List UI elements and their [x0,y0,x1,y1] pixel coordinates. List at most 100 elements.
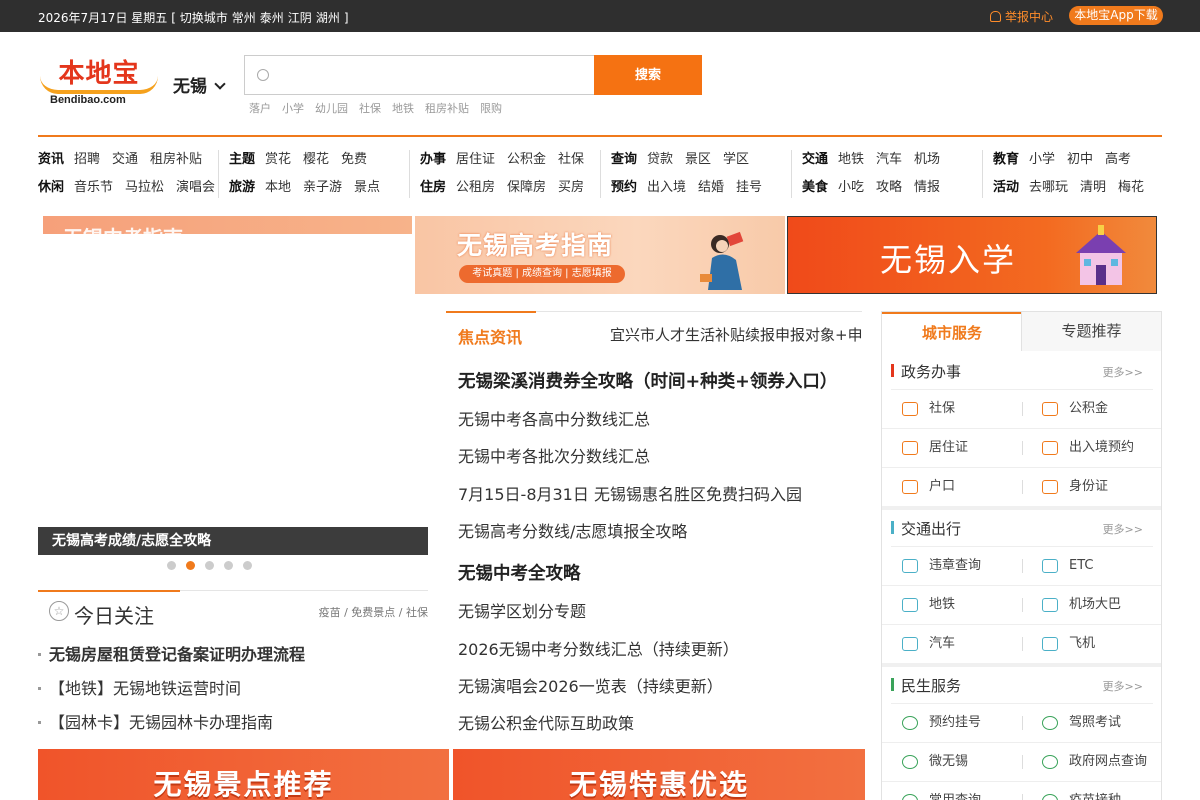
nav-head[interactable]: 活动 [993,180,1019,195]
slide-dot[interactable] [167,561,176,570]
nav-link[interactable]: 出入境 [647,180,686,195]
nav-link[interactable]: 情报 [914,180,940,195]
nav-link[interactable]: 去哪玩 [1029,180,1068,195]
list-item[interactable]: 【园林卡】无锡园林卡办理指南 [38,709,273,733]
nav-link[interactable]: 公租房 [456,180,495,195]
hotword[interactable]: 落户 [249,102,271,115]
nav-link[interactable]: 居住证 [456,152,495,167]
nav-head[interactable]: 查询 [611,152,637,167]
nav-link[interactable]: 景点 [354,180,380,195]
service-airport-bus[interactable]: 机场大巴 [1022,586,1162,624]
card-scenic-spots[interactable]: 无锡景点推荐 [38,749,449,800]
service-gov-office-query[interactable]: 政府网点查询 [1022,743,1162,781]
news-headline[interactable]: 无锡中考全攻略 [458,560,581,585]
nav-link[interactable]: 免费 [341,152,367,167]
news-item[interactable]: 无锡学区划分专题 [458,598,586,622]
nav-head[interactable]: 旅游 [229,180,255,195]
city-link-jiangyin[interactable]: 江阴 [288,11,312,25]
news-item[interactable]: 2026无锡中考分数线汇总（持续更新） [458,636,739,660]
nav-link[interactable]: 音乐节 [74,180,113,195]
nav-link[interactable]: 租房补贴 [150,152,202,167]
list-item[interactable]: 无锡房屋租赁登记备案证明办理流程 [38,641,305,665]
nav-link[interactable]: 攻略 [876,180,902,195]
news-item[interactable]: 无锡演唱会2026一览表（持续更新） [458,673,723,697]
hotword[interactable]: 限购 [480,102,502,115]
service-metro[interactable]: 地铁 [882,586,1022,624]
tab-city-services[interactable]: 城市服务 [882,312,1022,352]
tab-topics[interactable]: 专题推荐 [1021,312,1161,351]
city-link-changzhou[interactable]: 常州 [232,11,256,25]
nav-link[interactable]: 亲子游 [303,180,342,195]
news-item[interactable]: 无锡中考各批次分数线汇总 [458,443,650,467]
news-item[interactable]: 无锡中考各高中分数线汇总 [458,406,650,430]
news-item[interactable]: 无锡公积金代际互助政策 [458,710,634,734]
nav-link[interactable]: 本地 [265,180,291,195]
service-flight[interactable]: 飞机 [1022,625,1162,663]
service-coach[interactable]: 汽车 [882,625,1022,663]
news-headline[interactable]: 无锡梁溪消费券全攻略（时间+种类+领券入口） [458,368,837,393]
nav-head[interactable]: 休闲 [38,180,64,195]
nav-link[interactable]: 买房 [558,180,584,195]
city-selector[interactable]: 无锡 [173,72,226,97]
nav-head[interactable]: 预约 [611,180,637,195]
service-etc[interactable]: ETC [1022,547,1162,585]
service-id-card[interactable]: 身份证 [1022,468,1162,506]
slide-dot[interactable] [224,561,233,570]
nav-link[interactable]: 高考 [1105,152,1131,167]
service-exit-entry[interactable]: 出入境预约 [1022,429,1162,467]
slide-dot-active[interactable] [186,561,195,570]
nav-link[interactable]: 挂号 [736,180,762,195]
news-item[interactable]: 7月15日-8月31日 无锡锡惠名胜区免费扫码入园 [458,481,802,505]
nav-link[interactable]: 赏花 [265,152,291,167]
banner-ruxue[interactable]: 无锡入学 [787,216,1157,294]
nav-link[interactable]: 学区 [723,152,749,167]
nav-link[interactable]: 贷款 [647,152,673,167]
nav-link[interactable]: 招聘 [74,152,100,167]
hotword[interactable]: 地铁 [392,102,414,115]
more-link[interactable]: 更多>> [1103,364,1143,380]
slide-dot[interactable] [205,561,214,570]
nav-head[interactable]: 资讯 [38,152,64,167]
service-hospital-booking[interactable]: 预约挂号 [882,704,1022,742]
nav-link[interactable]: 汽车 [876,152,902,167]
service-wei-wuxi[interactable]: 微无锡 [882,743,1022,781]
service-vaccination[interactable]: 疫苗接种 [1022,782,1162,800]
site-logo[interactable]: 本地宝 Bendibao.com [38,56,160,112]
city-link-taizhou[interactable]: 泰州 [260,11,284,25]
slideshow-caption[interactable]: 无锡高考成绩/志愿全攻略 [38,527,428,555]
hotword[interactable]: 租房补贴 [425,102,469,115]
service-shebao[interactable]: 社保 [882,390,1022,428]
service-hukou[interactable]: 户口 [882,468,1022,506]
report-center-link[interactable]: 举报中心 [990,8,1053,25]
news-ticker[interactable]: 宜兴市人才生活补贴续报申报对象+申 [610,324,862,345]
nav-link[interactable]: 梅花 [1118,180,1144,195]
nav-link[interactable]: 初中 [1067,152,1093,167]
nav-head[interactable]: 美食 [802,180,828,195]
nav-link[interactable]: 景区 [685,152,711,167]
nav-link[interactable]: 演唱会 [176,180,215,195]
hotword[interactable]: 幼儿园 [315,102,348,115]
service-violation-query[interactable]: 违章查询 [882,547,1022,585]
nav-link[interactable]: 樱花 [303,152,329,167]
hotword[interactable]: 社保 [359,102,381,115]
list-item[interactable]: 【地铁】无锡地铁运营时间 [38,675,241,699]
nav-head[interactable]: 教育 [993,152,1019,167]
nav-link[interactable]: 结婚 [698,180,724,195]
hotword[interactable]: 小学 [282,102,304,115]
nav-link[interactable]: 马拉松 [125,180,164,195]
card-special-offers[interactable]: 无锡特惠优选 [453,749,865,800]
today-quick-links[interactable]: 疫苗 / 免费景点 / 社保 [319,604,428,620]
search-input[interactable] [279,64,579,86]
search-button[interactable]: 搜索 [594,55,702,95]
city-link-huzhou[interactable]: 湖州 [316,11,340,25]
more-link[interactable]: 更多>> [1103,521,1143,537]
nav-head[interactable]: 交通 [802,152,828,167]
service-common-query[interactable]: 常用查询 [882,782,1022,800]
service-juzhuzheng[interactable]: 居住证 [882,429,1022,467]
nav-link[interactable]: 社保 [558,152,584,167]
nav-head[interactable]: 住房 [420,180,446,195]
banner-zhongkao[interactable]: 无锡中考指南 [43,216,412,234]
more-link[interactable]: 更多>> [1103,678,1143,694]
slideshow[interactable] [38,296,428,555]
service-gongjijin[interactable]: 公积金 [1022,390,1162,428]
